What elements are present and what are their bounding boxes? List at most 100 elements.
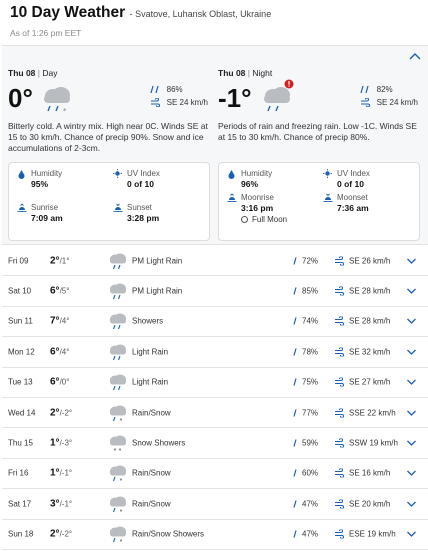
day-summary: Thu 08 | Day 0° * 86% SE 24 km/h Bitterl…: [8, 68, 208, 154]
rain-icon: [110, 344, 126, 361]
wind-icon: [335, 256, 344, 266]
forecast-precip: 60%: [292, 469, 318, 478]
night-date: Thu 08: [218, 68, 246, 78]
forecast-row[interactable]: Sun 11 7°/4° Showers 74% SE 28 km/h: [2, 307, 428, 338]
forecast-day: Tue 13: [8, 377, 33, 387]
forecast-wind: ESE 19 km/h: [334, 529, 396, 539]
forecast-day: Thu 15: [8, 438, 33, 448]
chevron-down-icon[interactable]: [406, 439, 417, 447]
forecast-day: Fri 09: [8, 256, 29, 266]
forecast-condition: Light Rain: [132, 347, 169, 357]
wind-icon: [335, 347, 344, 357]
forecast-wind: SE 27 km/h: [334, 377, 390, 387]
humidity-icon: [18, 170, 25, 179]
forecast-condition: Rain/Snow Showers: [132, 529, 205, 539]
sunset-icon: [113, 203, 123, 212]
updated-timestamp: As of 1:26 pm EET: [10, 28, 82, 38]
today-detail-panel: Thu 08 | Day 0° * 86% SE 24 km/h Bitterl…: [2, 45, 428, 245]
raindrop-icon: [293, 439, 297, 447]
forecast-wind: SE 28 km/h: [334, 286, 390, 296]
raindrops-icon: [150, 85, 159, 94]
chevron-down-icon[interactable]: [406, 500, 417, 508]
day-details-card: Humidity 95% UV Index 0 of 10 Sunrise 7:…: [8, 162, 210, 241]
night-period: Night: [252, 68, 273, 78]
forecast-wind: SE 26 km/h: [334, 256, 390, 266]
chevron-down-icon[interactable]: [406, 469, 417, 477]
day-sunset: Sunset 3:28 pm: [113, 203, 159, 223]
raindrops-icon: [360, 85, 369, 94]
chevron-down-icon[interactable]: [406, 409, 417, 417]
forecast-day: Fri 16: [8, 468, 29, 478]
raindrop-icon: [293, 530, 297, 538]
moonrise-icon: [227, 193, 237, 202]
chevron-down-icon[interactable]: [406, 287, 417, 295]
rain-snow-icon: [110, 465, 126, 482]
chevron-up-icon[interactable]: [408, 52, 422, 62]
forecast-wind: SE 20 km/h: [334, 499, 390, 509]
rain-snow-icon: [110, 405, 126, 421]
day-humidity: Humidity 95%: [18, 169, 62, 189]
forecast-row[interactable]: Fri 09 2°/1° PM Light Rain 72% SE 26 km/…: [2, 246, 428, 277]
day-temperature: 0°: [8, 83, 33, 113]
forecast-row[interactable]: Wed 14 2°/-2° Rain/Snow 77% SSE 22 km/h: [2, 398, 428, 429]
humidity-icon: [228, 170, 235, 179]
forecast-row[interactable]: Sun 18 2°/-2° Rain/Snow Showers 47% ESE …: [2, 520, 428, 550]
wind-icon: [150, 98, 160, 107]
raindrop-icon: [293, 500, 297, 508]
sun-icon: [113, 169, 122, 178]
raindrop-icon: [293, 287, 297, 295]
wind-icon: [335, 468, 344, 478]
full-moon-icon: [241, 216, 248, 223]
forecast-wind: SSW 19 km/h: [334, 438, 398, 448]
forecast-precip: 59%: [292, 439, 318, 448]
chevron-down-icon[interactable]: [406, 530, 417, 538]
chevron-down-icon[interactable]: [406, 317, 417, 325]
moon-phase: Full Moon: [241, 215, 287, 224]
raindrop-icon: [293, 348, 297, 356]
wind-icon: [335, 316, 344, 326]
rain-icon: [110, 313, 126, 330]
night-temperature: -1°: [218, 83, 252, 113]
forecast-day: Sat 17: [8, 499, 32, 509]
forecast-precip: 75%: [292, 378, 318, 387]
forecast-row[interactable]: Thu 15 1°/-3° Snow Showers 59% SSW 19 km…: [2, 428, 428, 459]
forecast-row[interactable]: Mon 12 6°/4° Light Rain 78% SE 32 km/h: [2, 337, 428, 368]
wind-icon: [335, 438, 344, 448]
forecast-condition: Snow Showers: [132, 438, 186, 448]
forecast-day: Sat 10: [8, 286, 32, 296]
rain-snow-icon: [110, 496, 126, 513]
snow-icon: [110, 435, 126, 451]
forecast-condition: Showers: [132, 316, 164, 326]
raindrop-icon: [293, 257, 297, 265]
forecast-precip: 85%: [292, 287, 318, 296]
day-date: Thu 08: [8, 68, 36, 78]
night-wind: SE 24 km/h: [360, 96, 418, 109]
wind-icon: [360, 98, 370, 107]
forecast-temp: 6°/5°: [50, 285, 70, 297]
rain-snow-icon: *: [44, 87, 70, 115]
forecast-temp: 6°/0°: [50, 376, 70, 388]
forecast-temp: 1°/-1°: [50, 467, 73, 479]
day-wind: SE 24 km/h: [150, 96, 208, 109]
forecast-day: Sun 11: [8, 316, 33, 326]
raindrop-icon: [293, 408, 297, 417]
day-description: Bitterly cold. A wintry mix. High near 0…: [8, 121, 208, 153]
chevron-down-icon[interactable]: [406, 257, 417, 265]
forecast-precip: 72%: [292, 256, 318, 265]
raindrop-icon: [293, 378, 297, 386]
forecast-day: Mon 12: [8, 347, 35, 357]
chevron-down-icon[interactable]: [406, 378, 417, 386]
forecast-condition: Rain/Snow: [132, 468, 171, 478]
rain-icon: [110, 253, 126, 269]
forecast-row[interactable]: Fri 16 1°/-1° Rain/Snow 60% SE 16 km/h: [2, 459, 428, 490]
night-uv-index: UV Index 0 of 10: [323, 169, 370, 189]
forecast-day: Wed 14: [8, 408, 36, 418]
forecast-row[interactable]: Sat 17 3°/-1° Rain/Snow 47% SE 20 km/h: [2, 489, 428, 520]
chevron-down-icon[interactable]: [406, 348, 417, 356]
forecast-row[interactable]: Tue 13 6°/0° Light Rain 75% SE 27 km/h: [2, 368, 428, 398]
rain-icon: [110, 374, 126, 391]
forecast-row[interactable]: Sat 10 6°/5° PM Light Rain 85% SE 28 km/…: [2, 276, 428, 307]
freezing-rain-alert-icon: [264, 79, 294, 112]
forecast-list: Fri 09 2°/1° PM Light Rain 72% SE 26 km/…: [2, 246, 428, 550]
forecast-precip: 47%: [292, 499, 318, 508]
